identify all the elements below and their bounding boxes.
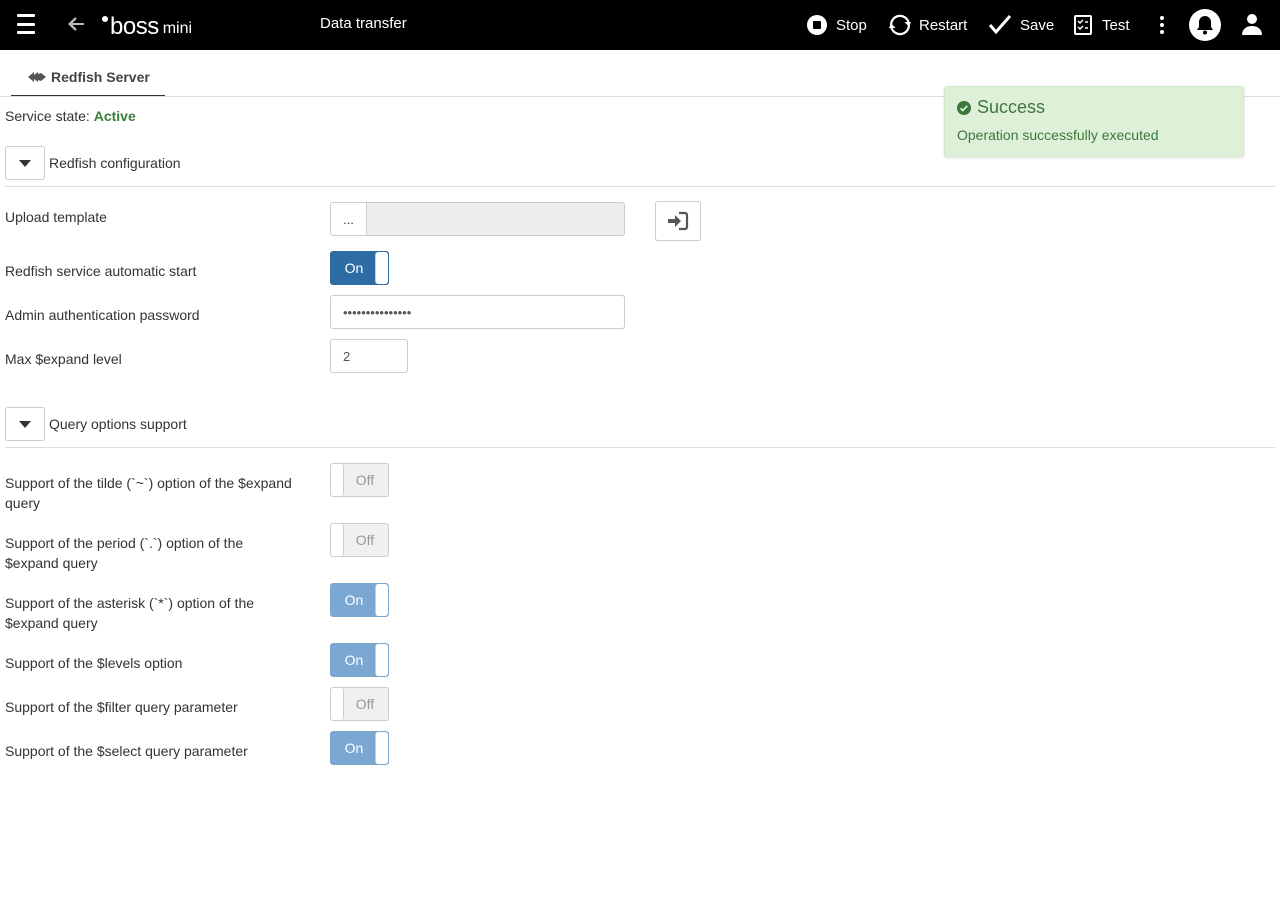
levels-option-toggle[interactable]: On (330, 643, 389, 677)
select-toggle-state: On (344, 740, 364, 756)
save-button[interactable]: Save (988, 13, 1054, 37)
asterisk-toggle-state: On (344, 592, 364, 608)
test-button[interactable]: Test (1072, 13, 1130, 37)
stop-button[interactable]: Stop (806, 13, 867, 37)
page-title: Data transfer (320, 15, 407, 32)
redfish-icon (28, 71, 46, 82)
more-options-icon[interactable] (1152, 13, 1172, 37)
test-label: Test (1102, 16, 1130, 34)
notifications-bell-icon[interactable] (1189, 9, 1221, 41)
auto-start-toggle[interactable]: On (330, 251, 389, 285)
service-state-value: Active (93, 108, 136, 124)
tab-label: Redfish Server (51, 68, 150, 85)
query-section-title: Query options support (49, 416, 187, 432)
caret-down-icon (19, 159, 31, 167)
filter-option-label: Support of the $filter query parameter (5, 699, 238, 715)
collapse-config-button[interactable] (5, 146, 45, 180)
toggle-knob (375, 644, 388, 676)
asterisk-option-label: Support of the asterisk (`*`) option of … (5, 595, 255, 631)
asterisk-option-toggle[interactable]: On (330, 583, 389, 617)
success-toast[interactable]: Success Operation successfully executed (944, 86, 1244, 157)
upload-template-file-input[interactable]: ... (330, 202, 625, 236)
query-divider (5, 447, 1275, 448)
tab-redfish-server[interactable]: Redfish Server (11, 58, 165, 97)
period-option-toggle[interactable]: Off (330, 523, 389, 557)
browse-button[interactable]: ... (331, 203, 367, 235)
check-circle-icon (957, 100, 971, 115)
filter-option-toggle[interactable]: Off (330, 687, 389, 721)
logo-boss-text: boss (110, 13, 159, 40)
redfish-configuration-header: Redfish configuration (5, 146, 181, 180)
admin-password-field[interactable] (330, 295, 625, 329)
toast-title: Success (957, 97, 1045, 118)
hamburger-menu-icon[interactable] (14, 12, 38, 36)
restart-label: Restart (919, 16, 968, 34)
collapse-query-button[interactable] (5, 407, 45, 441)
logo-mini-text: mini (162, 20, 193, 37)
restart-button[interactable]: Restart (889, 13, 967, 37)
user-icon[interactable] (1240, 12, 1264, 36)
max-expand-label: Max $expand level (5, 351, 122, 367)
query-options-header: Query options support (5, 407, 187, 441)
toast-message: Operation successfully executed (957, 127, 1159, 143)
max-expand-input[interactable] (330, 339, 408, 373)
tilde-option-toggle[interactable]: Off (330, 463, 389, 497)
save-label: Save (1020, 16, 1055, 34)
file-name-field (367, 203, 624, 235)
toggle-knob (375, 584, 388, 616)
restart-icon (889, 14, 911, 36)
config-divider (5, 186, 1275, 187)
service-state: Service state: Active (5, 108, 136, 124)
config-section-title: Redfish configuration (49, 155, 181, 171)
checkmark-icon (988, 15, 1012, 35)
service-state-label: Service state: (5, 108, 90, 124)
admin-password-label: Admin authentication password (5, 307, 200, 323)
logo-dot (102, 16, 108, 22)
levels-option-label: Support of the $levels option (5, 655, 183, 671)
toggle-knob (375, 252, 388, 284)
stop-label: Stop (836, 16, 867, 34)
toggle-knob (375, 732, 388, 764)
caret-down-icon (19, 420, 31, 428)
checklist-icon (1074, 15, 1092, 35)
period-option-label: Support of the period (`.`) option of th… (5, 535, 244, 571)
top-bar: boss mini Data transfer Stop Restart Sav… (0, 0, 1280, 50)
tilde-toggle-state: Off (355, 472, 375, 488)
upload-button[interactable] (655, 201, 701, 241)
select-option-toggle[interactable]: On (330, 731, 389, 765)
stop-icon (807, 15, 827, 35)
upload-template-label: Upload template (5, 209, 107, 225)
boss-mini-logo[interactable]: boss mini (102, 10, 192, 40)
tilde-option-label: Support of the tilde (`~`) option of the… (5, 475, 292, 511)
auto-start-label: Redfish service automatic start (5, 263, 197, 279)
back-arrow-icon[interactable] (64, 12, 88, 36)
sign-in-icon (668, 211, 689, 231)
select-option-label: Support of the $select query parameter (5, 743, 248, 759)
filter-toggle-state: Off (355, 696, 375, 712)
auto-start-toggle-state: On (344, 260, 364, 276)
levels-toggle-state: On (344, 652, 364, 668)
period-toggle-state: Off (355, 532, 375, 548)
toast-title-text: Success (977, 97, 1046, 117)
